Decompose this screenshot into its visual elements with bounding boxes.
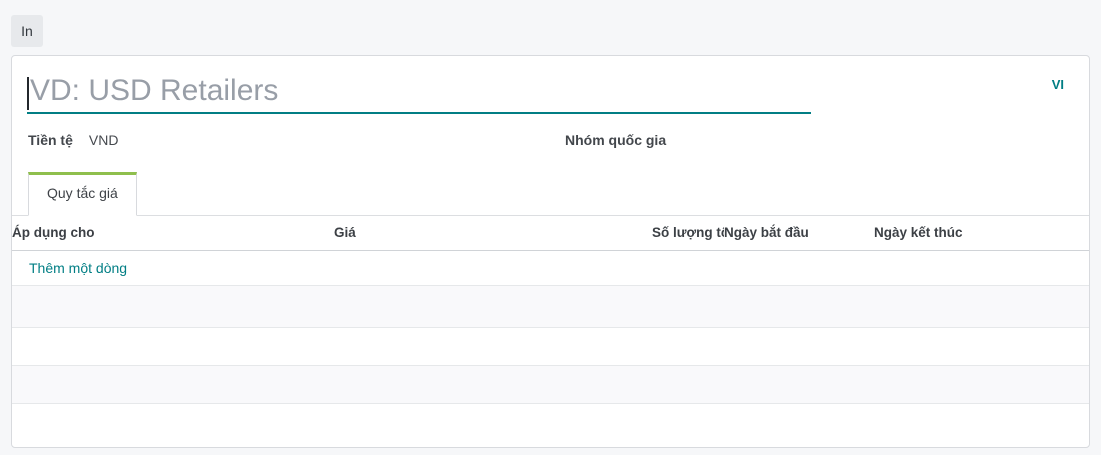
column-header-apply-on[interactable]: Áp dụng cho	[12, 216, 334, 250]
pricelist-name-input[interactable]	[27, 72, 811, 114]
currency-field-group: Tiền tệ VND	[28, 130, 565, 150]
notebook-tab-bar: Quy tắc giá	[12, 172, 1089, 216]
pricelist-form-card: VI Tiền tệ VND Nhóm quốc gia Quy tắc giá	[11, 55, 1090, 448]
add-a-line-row: Thêm một dòng	[12, 250, 1089, 285]
print-button[interactable]: In	[11, 15, 43, 47]
pricelist-name-wrapper	[27, 72, 811, 114]
translation-vi-badge[interactable]: VI	[1052, 77, 1064, 92]
country-group-field-label: Nhóm quốc gia	[565, 132, 666, 148]
country-group-field-group: Nhóm quốc gia	[565, 130, 722, 150]
empty-table-row	[12, 285, 1089, 327]
empty-table-row	[12, 327, 1089, 365]
column-header-price[interactable]: Giá	[334, 216, 652, 250]
price-rules-table: Áp dụng cho Giá Số lượng tối... Ngày bắt…	[12, 216, 1089, 447]
currency-field-label: Tiền tệ	[28, 132, 73, 148]
form-fields-row: Tiền tệ VND Nhóm quốc gia	[28, 130, 1089, 150]
empty-table-row	[12, 365, 1089, 403]
currency-field-value[interactable]: VND	[89, 132, 129, 148]
top-toolbar: In	[0, 0, 1101, 55]
table-header-row: Áp dụng cho Giá Số lượng tối... Ngày bắt…	[12, 216, 1089, 250]
text-cursor	[27, 77, 29, 110]
column-header-end-date[interactable]: Ngày kết thúc	[874, 216, 1089, 250]
tab-price-rules[interactable]: Quy tắc giá	[28, 172, 137, 216]
column-header-start-date[interactable]: Ngày bắt đầu	[724, 216, 874, 250]
column-header-min-quantity[interactable]: Số lượng tối...	[652, 216, 724, 250]
page: In VI Tiền tệ VND Nhóm quốc gia Quy tắc …	[0, 0, 1101, 448]
add-a-line-link[interactable]: Thêm một dòng	[12, 250, 1089, 285]
empty-table-row	[12, 403, 1089, 447]
